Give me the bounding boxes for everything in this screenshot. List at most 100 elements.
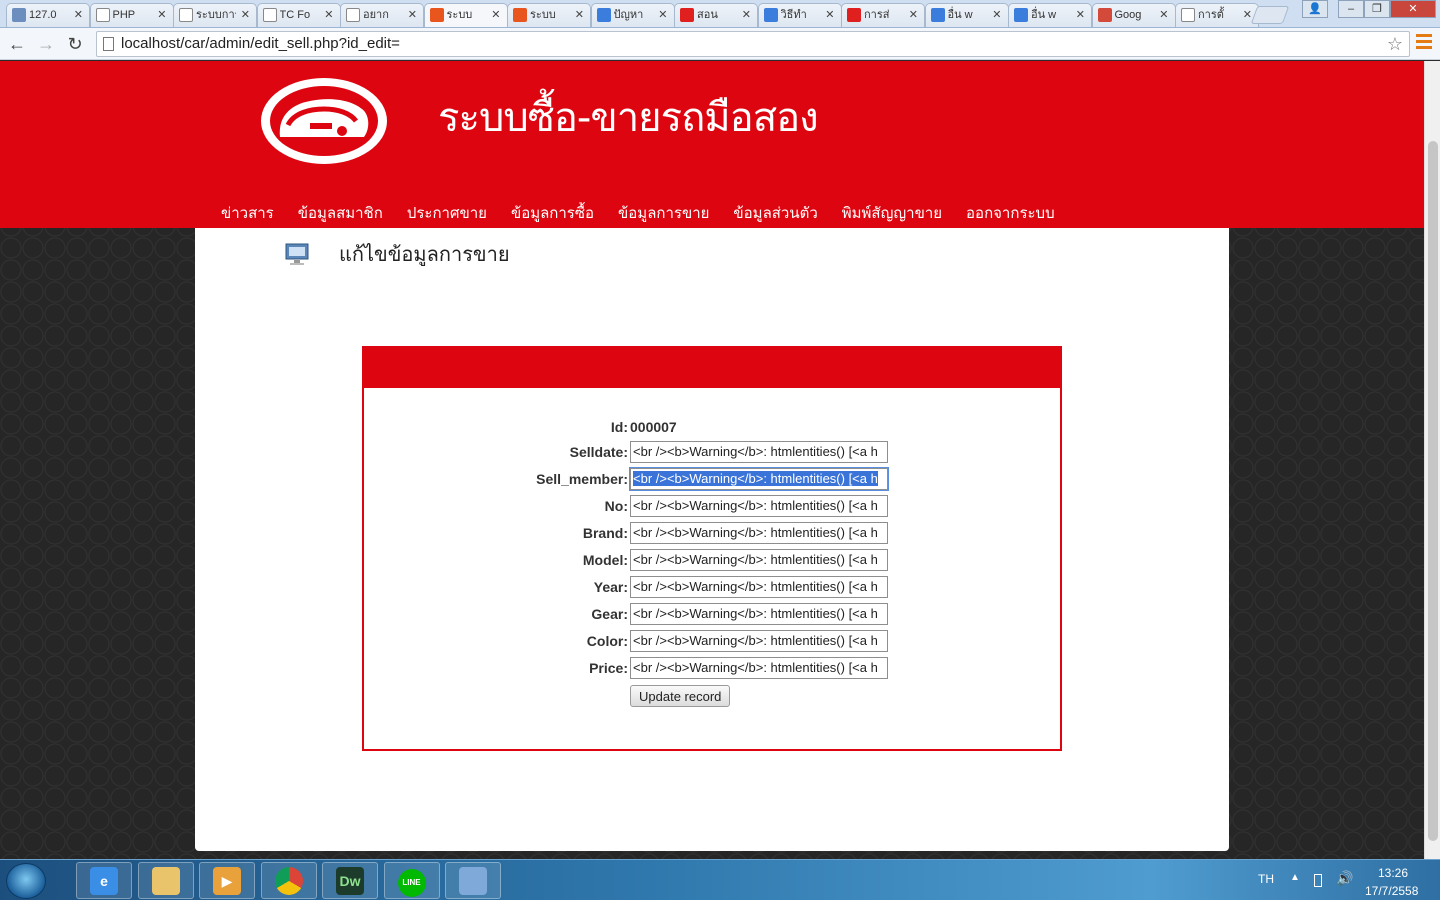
browser-tab[interactable]: 127.0 ✕: [6, 3, 90, 27]
nav-print-contract[interactable]: พิมพ์สัญญาขาย: [842, 201, 942, 225]
tab-close-icon[interactable]: ✕: [491, 4, 500, 26]
field-label: Sell_member:: [536, 471, 628, 487]
taskbar-app-button[interactable]: [137, 862, 194, 899]
color-input[interactable]: <br /><b>Warning</b>: htmlentities() [<a…: [630, 630, 888, 652]
page-icon: [1181, 8, 1195, 22]
taskbar-app-button[interactable]: LINE: [383, 862, 440, 899]
paint-icon: [459, 867, 487, 895]
brand-input[interactable]: <br /><b>Warning</b>: htmlentities() [<a…: [630, 522, 888, 544]
tab-close-icon[interactable]: ✕: [1159, 4, 1168, 26]
clock-time[interactable]: 13:26: [1378, 866, 1408, 880]
chrome-icon: [274, 867, 303, 895]
youtube-icon: [847, 8, 861, 22]
window-close-button[interactable]: ✕: [1390, 0, 1436, 18]
monitor-icon: [285, 243, 309, 265]
language-indicator[interactable]: TH: [1258, 872, 1274, 886]
reload-icon[interactable]: ↻: [63, 32, 87, 56]
taskbar-app-button[interactable]: [445, 862, 501, 899]
nav-sales-data[interactable]: ข้อมูลการขาย: [618, 201, 709, 225]
page-icon: [262, 8, 277, 22]
tab-label: อื่น w: [1031, 9, 1057, 21]
browser-tab[interactable]: วิธีทำ ✕: [757, 3, 842, 27]
start-button[interactable]: [6, 863, 46, 899]
page-scrollbar[interactable]: [1424, 61, 1440, 859]
minimize-button[interactable]: –: [1338, 0, 1364, 18]
maximize-button[interactable]: ❐: [1364, 0, 1390, 18]
xampp-icon: [513, 8, 527, 22]
tab-close-icon[interactable]: ✕: [408, 4, 417, 26]
tab-close-icon[interactable]: ✕: [324, 4, 333, 26]
url-text: localhost/car/admin/edit_sell.php?id_edi…: [121, 35, 400, 52]
browser-tab[interactable]: PHP ✕: [89, 3, 174, 27]
page-icon: [95, 8, 110, 22]
form-row-brand: Brand: <br /><b>Warning</b>: htmlentitie…: [364, 522, 1064, 544]
update-record-button[interactable]: Update record: [630, 685, 731, 707]
browser-tab[interactable]: Goog ✕: [1091, 3, 1176, 27]
pma-icon: [12, 8, 26, 22]
browser-tab[interactable]: ปัญหา ✕: [590, 3, 675, 27]
nav-news[interactable]: ข่าวสาร: [221, 201, 274, 225]
taskbar-app-button[interactable]: [260, 862, 317, 899]
nav-sale-ads[interactable]: ประกาศขาย: [407, 201, 487, 225]
model-input[interactable]: <br /><b>Warning</b>: htmlentities() [<a…: [630, 549, 888, 571]
youtube-icon: [680, 8, 694, 22]
browser-tab[interactable]: อยาก ✕: [340, 3, 424, 27]
tab-close-icon[interactable]: ✕: [909, 4, 918, 26]
browser-tab[interactable]: การส่ ✕: [841, 3, 925, 27]
browser-tab[interactable]: ระบบ ✕: [423, 3, 508, 27]
tab-label: สอน: [697, 9, 718, 21]
battery-icon[interactable]: [1314, 874, 1322, 887]
scrollbar-thumb[interactable]: [1428, 141, 1438, 841]
tab-label: ระบบการ: [196, 9, 236, 21]
sell-member-input[interactable]: <br /><b>Warning</b>: htmlentities() [<a…: [629, 467, 889, 491]
tab-label: การส่: [864, 9, 890, 21]
back-icon[interactable]: ←: [5, 32, 29, 56]
browser-tab[interactable]: การตั้ ✕: [1175, 3, 1259, 27]
form-row-price: Price: <br /><b>Warning</b>: htmlentitie…: [364, 657, 1064, 679]
nav-profile[interactable]: ข้อมูลส่วนตัว: [733, 201, 817, 225]
price-input[interactable]: <br /><b>Warning</b>: htmlentities() [<a…: [630, 657, 888, 679]
tab-close-icon[interactable]: ✕: [74, 4, 83, 26]
nav-members[interactable]: ข้อมูลสมาชิก: [298, 201, 383, 225]
form-row-color: Color: <br /><b>Warning</b>: htmlentitie…: [364, 630, 1064, 652]
gear-input[interactable]: <br /><b>Warning</b>: htmlentities() [<a…: [630, 603, 888, 625]
nav-purchase-data[interactable]: ข้อมูลการซื้อ: [511, 201, 594, 225]
speaker-icon[interactable]: 🔊: [1336, 870, 1353, 887]
taskbar-app-button[interactable]: Dw: [322, 862, 378, 899]
year-input[interactable]: <br /><b>Warning</b>: htmlentities() [<a…: [630, 576, 888, 598]
taskbar-app-button[interactable]: ▶: [199, 862, 255, 899]
tab-close-icon[interactable]: ✕: [575, 4, 584, 26]
tab-label: อื่น w: [947, 9, 973, 21]
browser-tab[interactable]: สอน ✕: [674, 3, 758, 27]
bookmark-star-icon[interactable]: ☆: [1387, 32, 1403, 56]
new-tab-button[interactable]: [1250, 6, 1290, 24]
content-panel: แก้ไขข้อมูลการขาย Id: 000007 Selldate: <…: [195, 228, 1229, 851]
tab-close-icon[interactable]: ✕: [1076, 4, 1085, 26]
forward-icon[interactable]: →: [34, 32, 58, 56]
browser-tab[interactable]: ระบบ ✕: [507, 3, 591, 27]
browser-tab[interactable]: ระบบการ ✕: [173, 3, 257, 27]
nav-logout[interactable]: ออกจากระบบ: [966, 201, 1055, 225]
tab-close-icon[interactable]: ✕: [742, 4, 751, 26]
id-label: Id:: [610, 419, 628, 435]
form-row-id: Id: 000007: [364, 416, 1064, 438]
tab-close-icon[interactable]: ✕: [658, 4, 667, 26]
tab-label: อยาก: [363, 9, 389, 21]
taskbar-app-button[interactable]: e: [76, 862, 132, 899]
tab-close-icon[interactable]: ✕: [825, 4, 834, 26]
clock-date[interactable]: 17/7/2558: [1365, 884, 1418, 898]
tab-close-icon[interactable]: ✕: [157, 4, 166, 26]
profile-icon[interactable]: 👤: [1302, 0, 1328, 18]
browser-menu-icon[interactable]: [1416, 34, 1432, 52]
no-input[interactable]: <br /><b>Warning</b>: htmlentities() [<a…: [630, 495, 888, 517]
tab-close-icon[interactable]: ✕: [992, 4, 1001, 26]
tab-close-icon[interactable]: ✕: [241, 4, 250, 26]
address-bar[interactable]: localhost/car/admin/edit_sell.php?id_edi…: [96, 31, 1410, 57]
browser-tab[interactable]: TC Fo ✕: [256, 3, 341, 27]
field-label: No:: [604, 498, 628, 514]
tab-label: Goog: [1114, 9, 1142, 21]
tray-expand-icon[interactable]: ▲: [1290, 872, 1300, 883]
browser-tab[interactable]: อื่น w ✕: [924, 3, 1009, 27]
selldate-input[interactable]: <br /><b>Warning</b>: htmlentities() [<a…: [630, 441, 888, 463]
browser-tab[interactable]: อื่น w ✕: [1008, 3, 1092, 27]
